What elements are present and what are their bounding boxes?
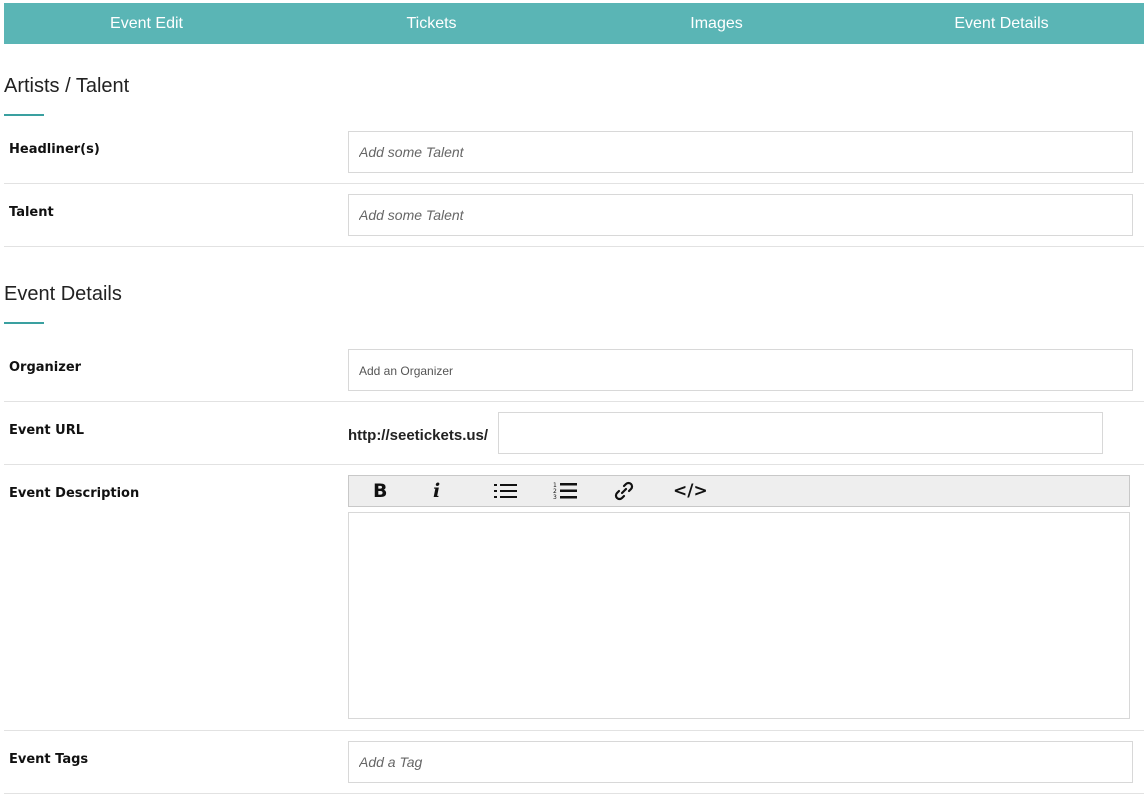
headliners-input[interactable]: [348, 131, 1133, 173]
editor-toolbar: B i 1 2 3 </>: [348, 475, 1130, 507]
event-description-label: Event Description: [9, 486, 140, 501]
event-url-input[interactable]: [498, 412, 1103, 454]
talent-label: Talent: [9, 205, 54, 220]
link-icon[interactable]: [605, 476, 665, 506]
tab-event-details[interactable]: Event Details: [859, 3, 1144, 44]
event-description-editor[interactable]: [348, 512, 1130, 719]
event-tags-input[interactable]: [348, 741, 1133, 783]
row-divider: [4, 183, 1144, 184]
italic-icon[interactable]: i: [425, 476, 485, 506]
event-url-label: Event URL: [9, 423, 85, 438]
headliners-label: Headliner(s): [9, 142, 100, 157]
row-divider: [4, 793, 1144, 794]
tab-bar: Event Edit Tickets Images Event Details: [4, 3, 1144, 44]
event-tags-label: Event Tags: [9, 752, 89, 767]
bold-icon[interactable]: B: [365, 476, 425, 506]
section-title-event-details: Event Details: [4, 283, 122, 305]
tab-event-edit[interactable]: Event Edit: [4, 3, 289, 44]
row-divider: [4, 246, 1144, 247]
row-divider: [4, 401, 1144, 402]
event-url-prefix: http://seetickets.us/: [348, 427, 489, 444]
bullet-list-icon[interactable]: [485, 476, 545, 506]
numbered-list-icon[interactable]: 1 2 3: [545, 476, 605, 506]
svg-text:3: 3: [553, 494, 557, 501]
row-divider: [4, 464, 1144, 465]
tab-images[interactable]: Images: [574, 3, 859, 44]
section-underline: [4, 114, 44, 116]
talent-input[interactable]: [348, 194, 1133, 236]
row-divider: [4, 730, 1144, 731]
code-icon[interactable]: </>: [665, 476, 725, 506]
organizer-input[interactable]: [348, 349, 1133, 391]
section-title-artists: Artists / Talent: [4, 75, 130, 97]
tab-tickets[interactable]: Tickets: [289, 3, 574, 44]
section-underline: [4, 322, 44, 324]
organizer-label: Organizer: [9, 360, 82, 375]
